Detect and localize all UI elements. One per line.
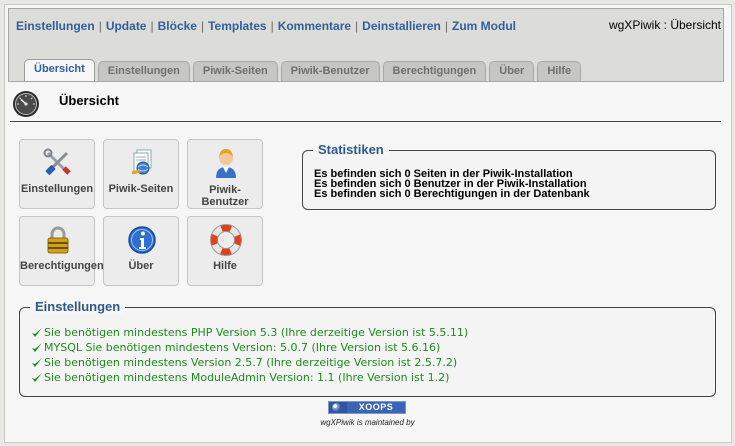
requirement-php-text: Sie benötigen mindestens PHP Version 5.3… (44, 326, 469, 339)
menu-kommentare[interactable]: Kommentare (278, 19, 351, 33)
einstellungen-button[interactable]: Einstellungen (19, 139, 95, 209)
requirement-xoops: Sie benötigen mindestens Version 2.5.7 (… (31, 355, 468, 370)
requirement-xoops-text: Sie benötigen mindestens Version 2.5.7 (… (44, 356, 458, 369)
module-title: wgXPiwik : Übersicht (608, 18, 721, 32)
einstellungen-label: Einstellungen (20, 183, 94, 195)
statistics-legend: Statistiken (313, 142, 389, 157)
ueber-button[interactable]: Über (103, 216, 179, 286)
checkmark-icon (32, 327, 42, 337)
menu-zum-modul[interactable]: Zum Modul (452, 19, 516, 33)
user-icon (216, 149, 236, 178)
piwik-seiten-label: Piwik-Seiten (108, 183, 174, 195)
checkmark-icon (32, 372, 42, 382)
piwik-seiten-button[interactable]: Piwik-Seiten (103, 139, 179, 209)
page-title: Übersicht (59, 93, 119, 108)
requirements-box: Einstellungen Sie benötigen mindestens P… (19, 299, 716, 397)
title-divider (10, 121, 721, 122)
tab-berechtigungen[interactable]: Berechtigungen (382, 61, 487, 81)
stat-berechtigungen: Es befinden sich 0 Berechtigungen in der… (314, 188, 590, 200)
tab-einstellungen[interactable]: Einstellungen (97, 61, 190, 81)
requirement-php: Sie benötigen mindestens PHP Version 5.3… (31, 325, 468, 340)
berechtigungen-label: Berechtigungen (20, 260, 104, 272)
tab-piwik-seiten[interactable]: Piwik-Seiten (192, 61, 278, 81)
tab-piwik-benutzer[interactable]: Piwik-Benutzer (280, 61, 380, 81)
tools-icon (43, 148, 71, 175)
menu-deinstallieren[interactable]: Deinstallieren (362, 19, 441, 33)
lifebuoy-icon (210, 224, 242, 256)
tab-hilfe[interactable]: Hilfe (537, 61, 582, 81)
piwik-benutzer-label: Piwik-Benutzer (201, 184, 249, 208)
ueber-label: Über (128, 260, 154, 272)
requirement-moduleadmin: Sie benötigen mindestens ModuleAdmin Ver… (31, 370, 468, 385)
admin-header: Einstellungen | Update | Blöcke | Templates | Ko… (8, 8, 724, 82)
berechtigungen-button[interactable]: Berechtigungen (19, 216, 104, 286)
tab-bar: Übersicht Einstellungen Piwik-Seiten Piw… (24, 59, 582, 81)
tab-ueber[interactable]: Über (489, 61, 535, 81)
tab-uebersicht[interactable]: Übersicht (24, 59, 95, 81)
web-pages-icon (131, 149, 152, 175)
hilfe-label: Hilfe (213, 260, 237, 272)
dashboard-gauge-icon (13, 91, 39, 117)
maintained-by-text: wgXPiwik is maintained by (320, 418, 415, 427)
admin-menu: Einstellungen | Update | Blöcke | Templates | Ko… (16, 19, 516, 33)
checkmark-icon (32, 357, 42, 367)
requirement-mysql: MYSQL Sie benötigen mindestens Version: … (31, 340, 468, 355)
xoops-badge-label: XOOPS (358, 402, 394, 412)
menu-einstellungen[interactable]: Einstellungen (16, 19, 95, 33)
requirement-mysql-text: MYSQL Sie benötigen mindestens Version: … (44, 341, 441, 354)
statistics-list: Es befinden sich 0 Seiten in der Piwik-I… (314, 169, 590, 200)
xoops-badge-link[interactable]: XOOPS (328, 401, 406, 414)
statistics-box: Statistiken Es befinden sich 0 Seiten in… (302, 142, 716, 210)
lock-icon (47, 226, 69, 254)
info-icon (128, 226, 156, 254)
xoops-logo-icon (332, 403, 341, 412)
requirements-list: Sie benötigen mindestens PHP Version 5.3… (31, 325, 468, 385)
requirement-moduleadmin-text: Sie benötigen mindestens ModuleAdmin Ver… (44, 371, 450, 384)
menu-update[interactable]: Update (106, 19, 147, 33)
checkmark-icon (32, 342, 42, 352)
piwik-benutzer-button[interactable]: Piwik-Benutzer (187, 139, 263, 209)
hilfe-button[interactable]: Hilfe (187, 216, 263, 286)
requirements-legend: Einstellungen (30, 299, 126, 314)
menu-bloecke[interactable]: Blöcke (158, 19, 197, 33)
menu-templates[interactable]: Templates (208, 19, 266, 33)
